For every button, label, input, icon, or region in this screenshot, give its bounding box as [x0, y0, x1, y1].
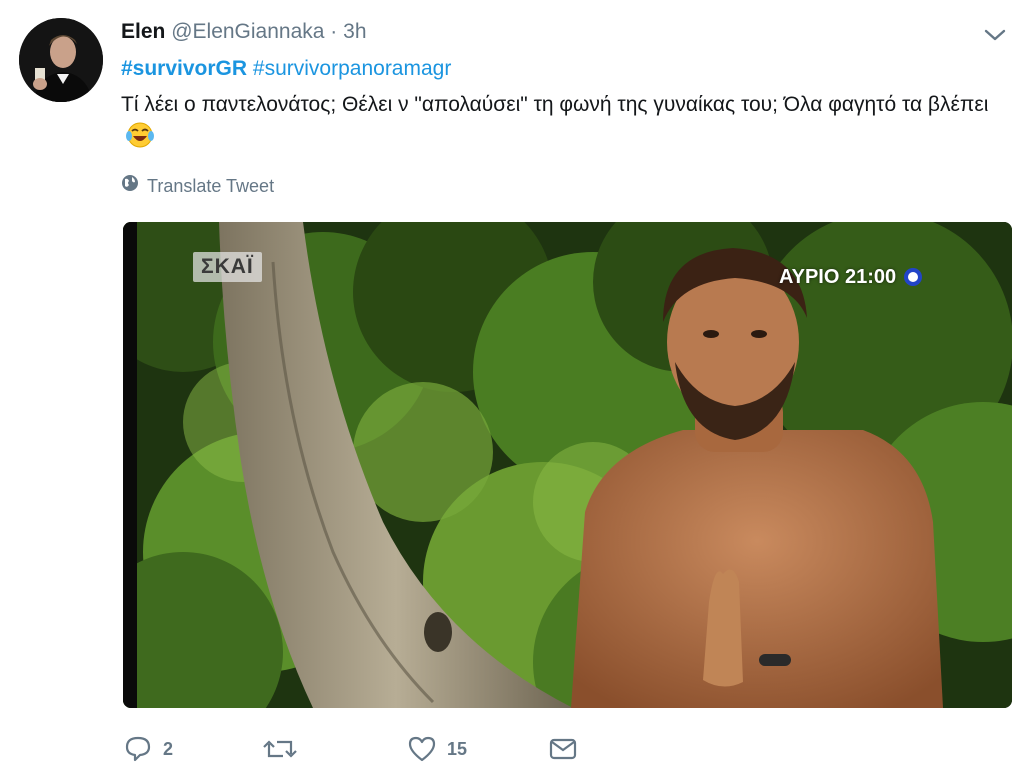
hashtag-survivorpanoramagr[interactable]: #survivorpanoramagr	[253, 57, 451, 80]
globe-icon	[121, 174, 139, 198]
hashtag-line: #survivorGR #survivorpanoramagr	[121, 55, 451, 83]
author-handle[interactable]: @ElenGiannaka	[171, 20, 324, 43]
like-count: 15	[447, 738, 468, 759]
airtime-text: ΑΥΡΙΟ 21:00	[779, 266, 897, 288]
tweet-timestamp[interactable]: 3h	[343, 20, 366, 43]
tweet-header: Elen @ElenGiannaka · 3h	[121, 18, 367, 46]
reply-count: 2	[163, 738, 174, 759]
reply-button[interactable]: 2	[123, 732, 173, 766]
translate-tweet-link[interactable]: Translate Tweet	[121, 174, 274, 198]
like-icon	[407, 735, 437, 763]
reply-icon	[123, 734, 153, 764]
tweet-media-image[interactable]: ΣΚΑΪ ΑΥΡΙΟ 21:00	[123, 222, 1012, 708]
chevron-down-icon[interactable]	[980, 24, 1010, 46]
author-name[interactable]: Elen	[121, 20, 165, 43]
message-icon	[549, 737, 577, 761]
airtime-overlay: ΑΥΡΙΟ 21:00	[779, 264, 923, 290]
like-button[interactable]: 15	[407, 732, 467, 766]
tweet-body: Τί λέει ο παντελονάτος; Θέλει ν "απολαύσ…	[121, 93, 989, 116]
tweet-text: Τί λέει ο παντελονάτος; Θέλει ν "απολαύσ…	[121, 89, 1001, 159]
retweet-icon	[263, 734, 297, 764]
video-frame	[123, 222, 1012, 708]
retweet-button[interactable]	[263, 732, 307, 766]
translate-label: Translate Tweet	[147, 176, 275, 196]
avatar[interactable]	[19, 18, 103, 102]
channel-circle-icon	[904, 268, 923, 286]
channel-logo: ΣΚΑΪ	[193, 252, 262, 282]
direct-message-button[interactable]	[549, 732, 577, 766]
laughing-emoji-icon	[125, 121, 155, 159]
separator-dot: ·	[330, 20, 338, 43]
hashtag-survivorgr[interactable]: #survivorGR	[121, 57, 247, 80]
